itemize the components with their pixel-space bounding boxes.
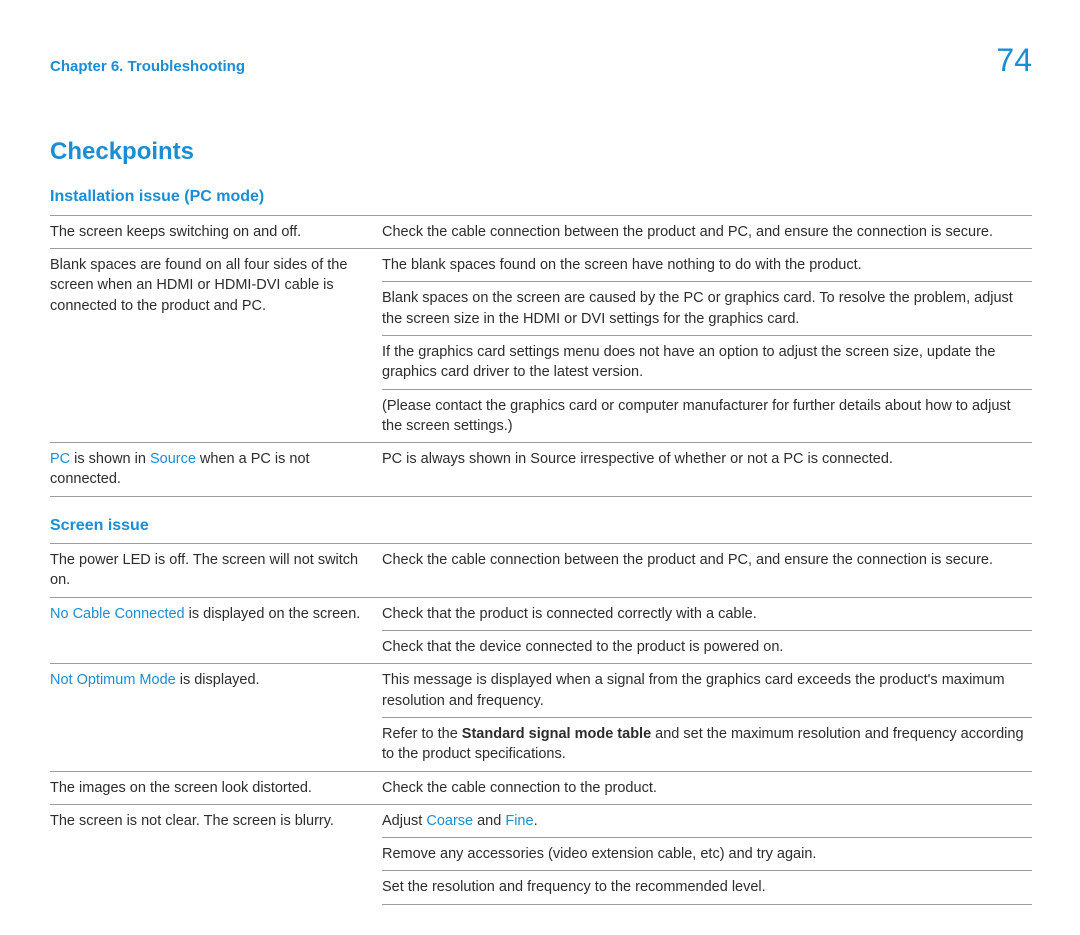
section-title: Installation issue (PC mode): [50, 186, 1032, 208]
solution-cell: Check the cable connection between the p…: [382, 544, 1032, 598]
solution-cell: Remove any accessories (video extension …: [382, 838, 1032, 871]
solution-cell: Set the resolution and frequency to the …: [382, 871, 1032, 904]
solution-cell: (Please contact the graphics card or com…: [382, 389, 1032, 443]
solution-cell: Adjust Coarse and Fine.: [382, 804, 1032, 837]
solution-cell: The blank spaces found on the screen hav…: [382, 249, 1032, 282]
chapter-label: Chapter 6. Troubleshooting: [50, 56, 245, 77]
issue-cell: Blank spaces are found on all four sides…: [50, 249, 382, 443]
issue-cell: PC is shown in Source when a PC is not c…: [50, 443, 382, 497]
issue-cell: The screen is not clear. The screen is b…: [50, 804, 382, 904]
issue-cell: The images on the screen look distorted.: [50, 771, 382, 804]
issue-cell: The power LED is off. The screen will no…: [50, 544, 382, 598]
solution-cell: Check that the device connected to the p…: [382, 631, 1032, 664]
page-title: Checkpoints: [50, 135, 1032, 169]
issue-cell: The screen keeps switching on and off.: [50, 215, 382, 248]
solution-cell: PC is always shown in Source irrespectiv…: [382, 443, 1032, 497]
section-title: Screen issue: [50, 515, 1032, 537]
issue-cell: Not Optimum Mode is displayed.: [50, 664, 382, 771]
solution-cell: Check the cable connection between the p…: [382, 215, 1032, 248]
solution-cell: Check the cable connection to the produc…: [382, 771, 1032, 804]
issue-cell: No Cable Connected is displayed on the s…: [50, 597, 382, 664]
solution-cell: If the graphics card settings menu does …: [382, 335, 1032, 389]
solution-cell: This message is displayed when a signal …: [382, 664, 1032, 718]
solution-cell: Blank spaces on the screen are caused by…: [382, 282, 1032, 336]
page-number: 74: [996, 38, 1032, 83]
solution-cell: Check that the product is connected corr…: [382, 597, 1032, 630]
